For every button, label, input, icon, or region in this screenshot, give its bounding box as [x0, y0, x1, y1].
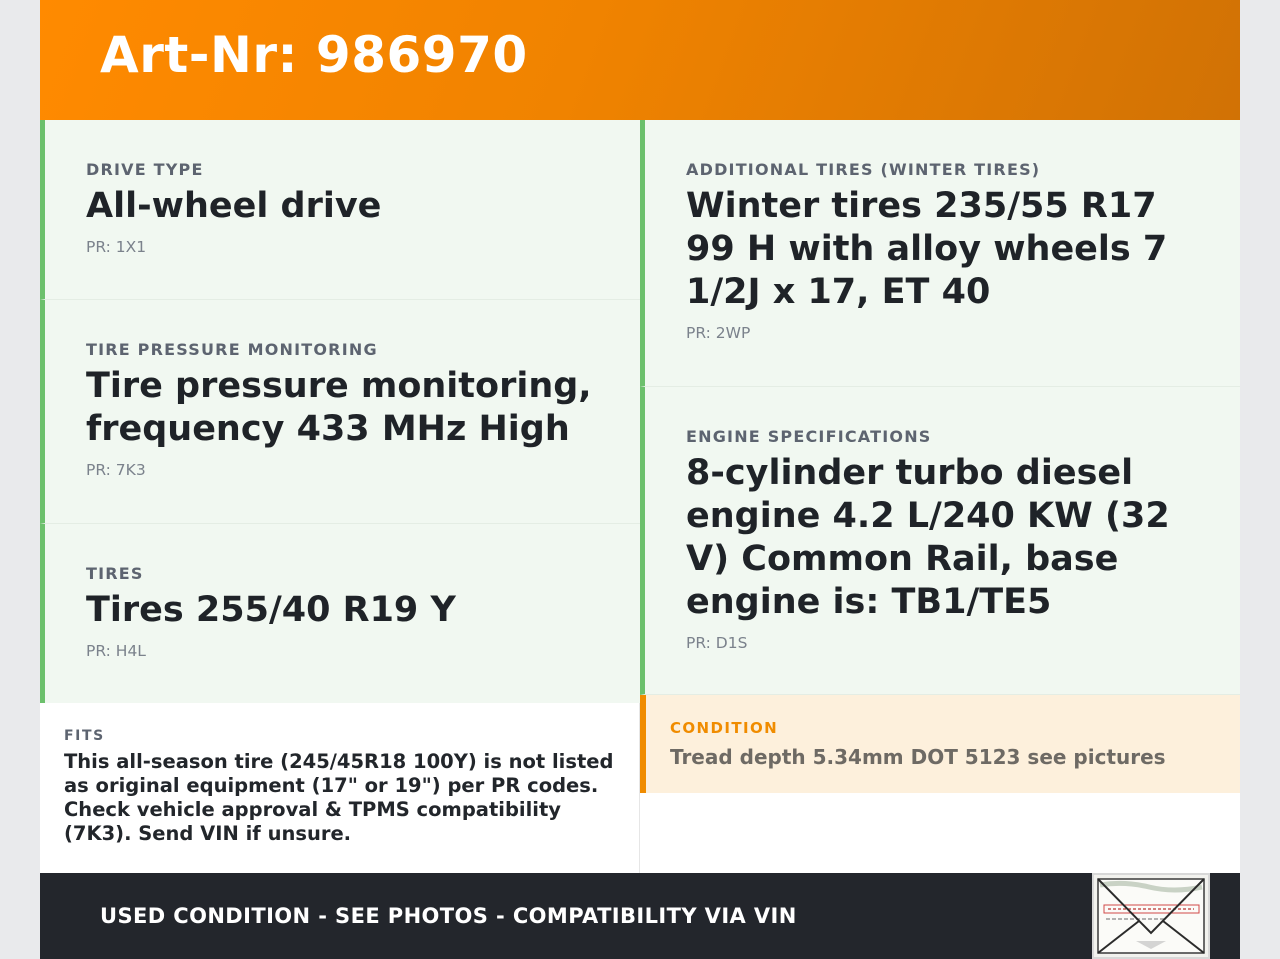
- spec-label: TIRES: [86, 564, 144, 583]
- envelope-image: [1094, 875, 1208, 957]
- spec-card-drive-type: DRIVE TYPE All-wheel drive PR: 1X1: [40, 120, 640, 300]
- sticker-photo-thumbnail[interactable]: [1092, 873, 1210, 959]
- spec-label: DRIVE TYPE: [86, 160, 204, 179]
- spec-label: TIRE PRESSURE MONITORING: [86, 340, 378, 359]
- fitment-note: FITS This all-season tire (245/45R18 100…: [40, 703, 640, 873]
- pr-code: PR: 7K3: [86, 461, 146, 479]
- spec-card-engine: ENGINE SPECIFICATIONS 8-cylinder turbo d…: [640, 387, 1240, 695]
- fitment-label: FITS: [64, 728, 105, 744]
- condition-text: Tread depth 5.34mm DOT 5123 see pictures: [670, 745, 1166, 769]
- page-footer: USED CONDITION - SEE PHOTOS - COMPATIBIL…: [40, 873, 1240, 959]
- spec-value: Tires 255/40 R19 Y: [86, 590, 456, 630]
- spec-card-tire-pressure: TIRE PRESSURE MONITORING Tire pressure m…: [40, 300, 640, 524]
- pr-code: PR: 2WP: [686, 324, 751, 342]
- spec-card-winter-tires: ADDITIONAL TIRES (WINTER TIRES) Winter t…: [640, 120, 1240, 387]
- condition-label: CONDITION: [670, 719, 779, 737]
- pr-code: PR: D1S: [686, 634, 748, 652]
- right-column: ADDITIONAL TIRES (WINTER TIRES) Winter t…: [640, 120, 1240, 695]
- spec-value: Tire pressure monitoring, frequency 433 …: [86, 366, 592, 449]
- left-column: DRIVE TYPE All-wheel drive PR: 1X1 TIRE …: [40, 120, 640, 704]
- product-sheet: Art-Nr: 986970 DRIVE TYPE All-wheel driv…: [40, 0, 1240, 959]
- spec-value: 8-cylinder turbo diesel engine 4.2 L/240…: [686, 453, 1170, 622]
- pr-code: PR: 1X1: [86, 238, 147, 256]
- footer-notice: USED CONDITION - SEE PHOTOS - COMPATIBIL…: [100, 904, 797, 928]
- spec-value: All-wheel drive: [86, 186, 382, 226]
- pr-code: PR: H4L: [86, 642, 146, 660]
- spec-label: ENGINE SPECIFICATIONS: [686, 427, 932, 446]
- article-number-title: Art-Nr: 986970: [100, 26, 528, 84]
- spec-label: ADDITIONAL TIRES (WINTER TIRES): [686, 160, 1041, 179]
- condition-box: CONDITION Tread depth 5.34mm DOT 5123 se…: [640, 695, 1240, 793]
- spec-value: Winter tires 235/55 R17 99 H with alloy …: [686, 186, 1168, 312]
- spec-grid: DRIVE TYPE All-wheel drive PR: 1X1 TIRE …: [40, 120, 1240, 873]
- fitment-text: This all-season tire (245/45R18 100Y) is…: [64, 750, 614, 845]
- page-header: Art-Nr: 986970: [40, 0, 1240, 120]
- spec-card-tires: TIRES Tires 255/40 R19 Y PR: H4L: [40, 524, 640, 704]
